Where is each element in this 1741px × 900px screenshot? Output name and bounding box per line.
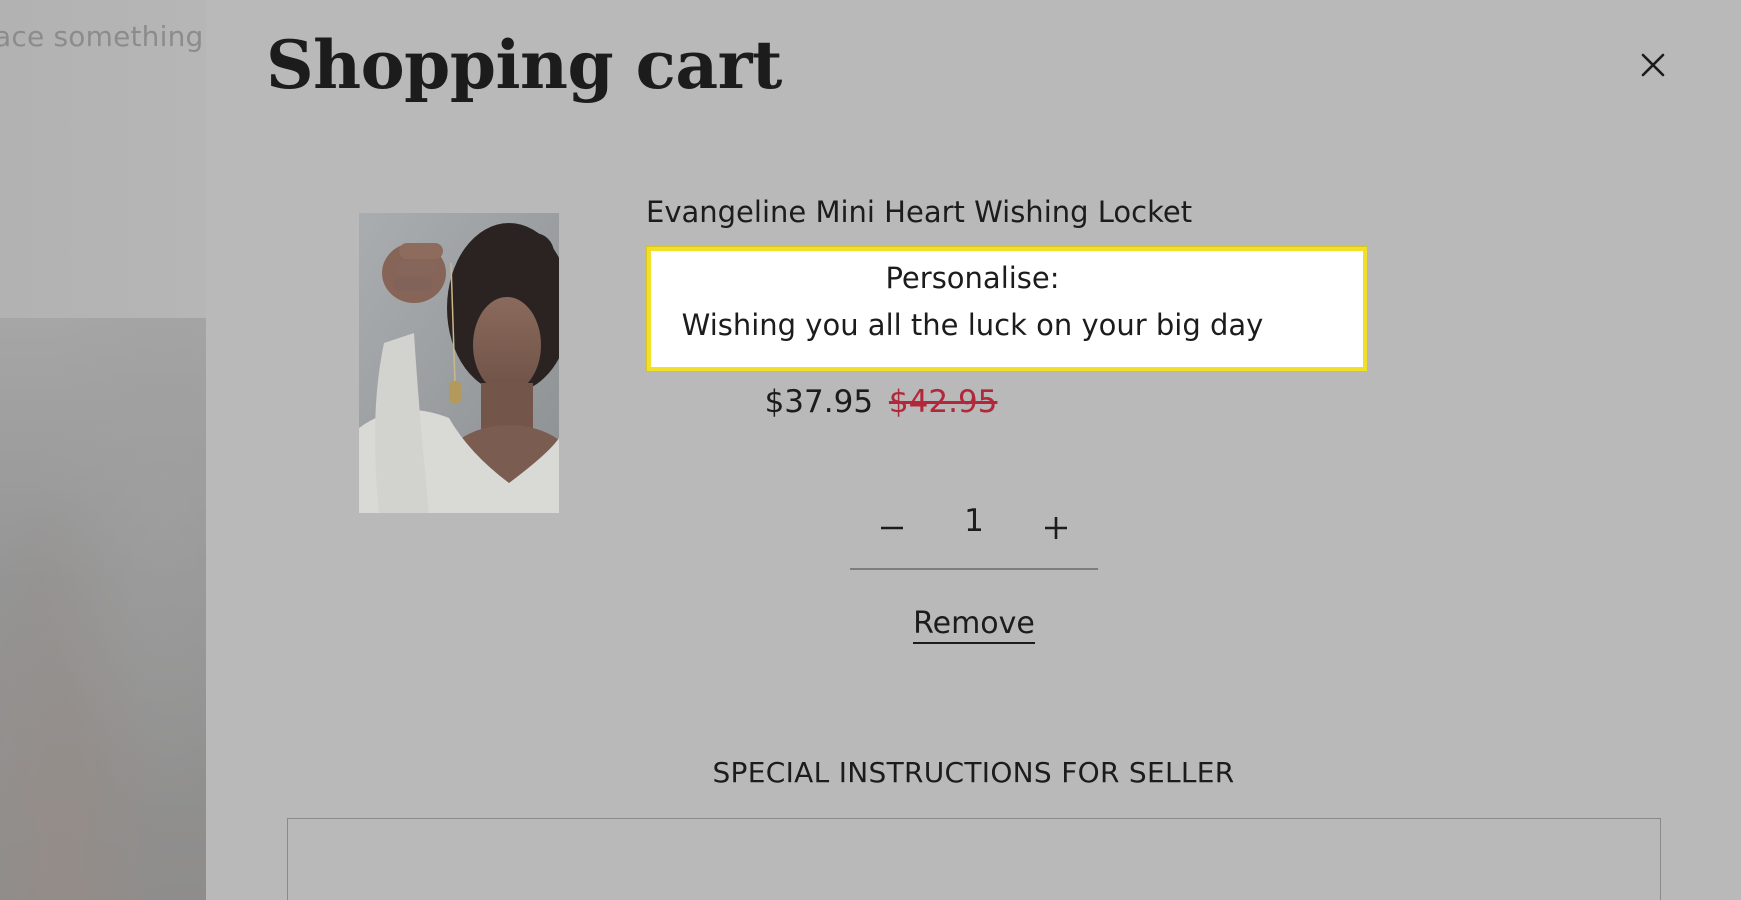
background-page: ace something h xyxy=(0,0,206,900)
cart-title: Shopping cart xyxy=(266,26,782,104)
special-instructions-textarea[interactable] xyxy=(287,818,1661,900)
product-image[interactable] xyxy=(359,213,559,513)
product-title-link[interactable]: Evangeline Mini Heart Wishing Locket xyxy=(646,195,1192,229)
minus-icon xyxy=(881,526,903,530)
cart-drawer: Shopping cart Evangeline Mini Heart Wish… xyxy=(206,0,1741,900)
increase-quantity-button[interactable] xyxy=(1034,506,1078,550)
price-row: $37.95 $42.95 xyxy=(646,384,1116,420)
background-teaser-text: ace something h xyxy=(0,20,206,53)
plus-icon xyxy=(1045,517,1067,539)
background-header: ace something h xyxy=(0,0,206,318)
personalise-value: Wishing you all the luck on your big day xyxy=(681,308,1264,342)
remove-item-label: Remove xyxy=(913,606,1035,644)
decrease-quantity-button[interactable] xyxy=(870,506,914,550)
sale-price: $37.95 xyxy=(764,384,874,420)
personalise-property: Personalise: Wishing you all the luck on… xyxy=(647,247,1367,371)
close-icon xyxy=(1641,53,1665,77)
background-hero-image xyxy=(0,318,206,900)
product-photo xyxy=(359,213,559,513)
quantity-value[interactable]: 1 xyxy=(944,503,1004,539)
compare-at-price: $42.95 xyxy=(888,384,998,420)
quantity-stepper: 1 xyxy=(850,498,1098,570)
special-instructions-label: SPECIAL INSTRUCTIONS FOR SELLER xyxy=(712,756,1235,789)
close-button[interactable] xyxy=(1636,48,1670,82)
personalise-label: Personalise: xyxy=(885,261,1060,295)
remove-item-link[interactable]: Remove xyxy=(846,606,1102,644)
